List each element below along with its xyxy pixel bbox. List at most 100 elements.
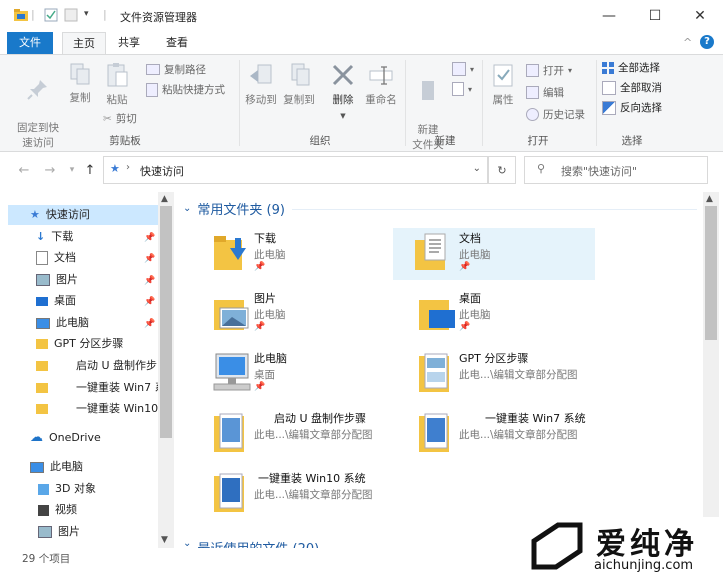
folder-location: 此电...\编辑文章部分配图 (459, 429, 578, 441)
copy-to-icon (291, 63, 310, 86)
recent-files-header[interactable]: ⌄ 最近使用的文件 (20) (183, 538, 319, 548)
copy-button[interactable]: 复制 (65, 62, 95, 106)
address-dropdown-icon[interactable]: ⌄ (473, 163, 481, 174)
tab-share[interactable]: 共享 (108, 32, 150, 54)
watermark: 爱纯净 aichunjing.com (524, 517, 723, 576)
breadcrumb-location[interactable]: 快速访问 (140, 163, 184, 179)
folder-item-desktop[interactable]: 桌面 此电脑 📌 (413, 288, 613, 340)
paste-shortcut-icon (146, 82, 158, 97)
nav-item-pictures[interactable]: 图片 (36, 270, 78, 290)
paste-button[interactable]: 粘贴 (100, 62, 134, 108)
nav-item-folder[interactable]: 一键重装 Win10 (36, 399, 158, 419)
nav-onedrive[interactable]: ☁ OneDrive (30, 428, 101, 448)
folder-location: 桌面 (254, 369, 275, 381)
nav-item-label: 视频 (55, 503, 77, 516)
collapse-ribbon-icon[interactable]: ^ (683, 36, 692, 49)
minimize-button[interactable]: — (586, 0, 632, 32)
folder-item-pictures[interactable]: 图片 此电脑 📌 (208, 288, 408, 340)
content-scroll-thumb[interactable] (705, 206, 717, 340)
delete-dropdown-icon[interactable]: ▼ (340, 112, 345, 120)
status-item-count: 29 个项目 (22, 553, 71, 565)
scroll-up-icon[interactable]: ▲ (706, 194, 713, 204)
paste-shortcut-label: 粘贴快捷方式 (162, 84, 225, 96)
nav-item-folder[interactable]: GPT 分区步骤 (36, 334, 123, 354)
folder-item-documents[interactable]: 文档 此电脑 📌 (393, 228, 595, 280)
folder-item-gpt[interactable]: GPT 分区步骤 此电...\编辑文章部分配图 (413, 348, 613, 400)
address-bar[interactable]: ★ › 快速访问 ⌄ (103, 156, 488, 184)
nav-this-pc[interactable]: 此电脑 (30, 457, 83, 477)
rename-button[interactable]: 重命名 (362, 62, 400, 108)
cut-button[interactable]: ✂ 剪切 (103, 111, 137, 126)
explorer-icon[interactable] (14, 8, 28, 22)
nav-item-label: 文档 (54, 251, 76, 264)
properties-qat-icon[interactable] (44, 8, 58, 22)
nav-item-label: 一键重装 Win10 (76, 402, 158, 415)
new-folder-qat-icon[interactable] (64, 8, 78, 22)
nav-pc-item-pictures[interactable]: 图片 (38, 522, 80, 542)
nav-item-desktop[interactable]: 桌面 (36, 291, 76, 311)
scroll-down-icon[interactable]: ▼ (161, 535, 168, 545)
forward-icon[interactable]: → (40, 160, 60, 180)
open-dropdown-icon[interactable]: ▾ (568, 66, 572, 75)
select-none-label: 全部取消 (620, 82, 662, 94)
nav-this-pc-label: 此电脑 (50, 460, 83, 473)
folder-item-win10[interactable]: 一键重装 Win10 系统 此电...\编辑文章部分配图 (208, 468, 408, 520)
search-input[interactable]: 搜索"快速访问" (561, 163, 637, 179)
maximize-button[interactable]: ☐ (632, 0, 678, 32)
properties-button[interactable]: 属性 (486, 62, 520, 108)
select-group-label: 选择 (621, 135, 643, 147)
paste-shortcut-button[interactable]: 粘贴快捷方式 (146, 82, 225, 97)
search-box[interactable]: ⚲ 搜索"快速访问" (524, 156, 708, 184)
invert-selection-button[interactable]: 反向选择 (602, 100, 662, 115)
copy-path-button[interactable]: 复制路径 (146, 62, 206, 77)
copy-icon (70, 63, 90, 85)
pin-icon (27, 80, 47, 100)
qat-separator: | (31, 8, 35, 21)
watermark-brand: 爱纯净 (596, 527, 698, 562)
copy-to-button[interactable]: 复制到 (280, 62, 318, 108)
folder-item-usb-boot[interactable]: 启动 U 盘制作步骤 此电...\编辑文章部分配图 (208, 408, 408, 460)
history-button[interactable]: 历史记录 (526, 107, 585, 122)
easy-access-button[interactable]: ▾ (452, 82, 472, 96)
customize-qat-icon[interactable]: ▾ (84, 9, 89, 19)
nav-pc-item-videos[interactable]: 视频 (38, 500, 77, 520)
open-button[interactable]: 打开 ▾ (526, 63, 572, 78)
folder-item-this-pc[interactable]: 此电脑 桌面 📌 (208, 348, 408, 400)
back-icon[interactable]: ← (14, 160, 34, 180)
folder-icon (214, 413, 244, 452)
up-icon[interactable]: ↑ (80, 160, 100, 180)
recent-locations-icon[interactable]: ▾ (62, 160, 82, 180)
nav-item-folder[interactable]: 一键重装 Win7 系 (36, 378, 158, 398)
window-title: 文件资源管理器 (120, 11, 197, 24)
nav-pc-item-3d[interactable]: 3D 对象 (38, 479, 96, 499)
nav-quick-access[interactable]: ★ 快速访问 (8, 205, 158, 225)
download-folder-icon (214, 236, 246, 270)
breadcrumb-chevron-icon[interactable]: › (126, 162, 130, 173)
select-all-button[interactable]: 全部选择 (602, 60, 660, 75)
edit-button[interactable]: 编辑 (526, 85, 564, 100)
tab-home[interactable]: 主页 (62, 32, 106, 55)
refresh-button[interactable]: ↻ (488, 156, 516, 184)
close-button[interactable]: ✕ (677, 0, 723, 32)
nav-item-label: 图片 (56, 273, 78, 286)
pin-quick-access-button[interactable]: 固定到快 速访问 (12, 62, 64, 151)
select-none-button[interactable]: 全部取消 (602, 80, 662, 95)
tab-file[interactable]: 文件 (7, 32, 53, 54)
help-icon[interactable]: ? (700, 35, 714, 49)
nav-item-folder[interactable]: 启动 U 盘制作步 (36, 356, 158, 376)
nav-item-documents[interactable]: 文档 (36, 248, 76, 268)
recent-files-label: 最近使用的文件 (20) (197, 538, 319, 548)
new-item-button[interactable]: ▾ (452, 62, 474, 76)
nav-scroll-thumb[interactable] (160, 206, 172, 438)
folder-item-downloads[interactable]: 下载 此电脑 📌 (208, 228, 408, 280)
move-to-button[interactable]: 移动到 (242, 62, 280, 108)
delete-button[interactable]: 删除 ▼ (326, 62, 360, 124)
desktop-icon (36, 296, 48, 306)
scroll-up-icon[interactable]: ▲ (161, 194, 168, 204)
rename-icon (369, 66, 393, 85)
nav-item-this-pc[interactable]: 此电脑 (36, 313, 89, 333)
nav-item-downloads[interactable]: ↓ 下载 (36, 227, 73, 247)
tab-view[interactable]: 查看 (156, 32, 198, 54)
frequent-folders-header[interactable]: ⌄ 常用文件夹 (9) (183, 199, 285, 218)
folder-item-win7[interactable]: 一键重装 Win7 系统 此电...\编辑文章部分配图 (413, 408, 613, 460)
